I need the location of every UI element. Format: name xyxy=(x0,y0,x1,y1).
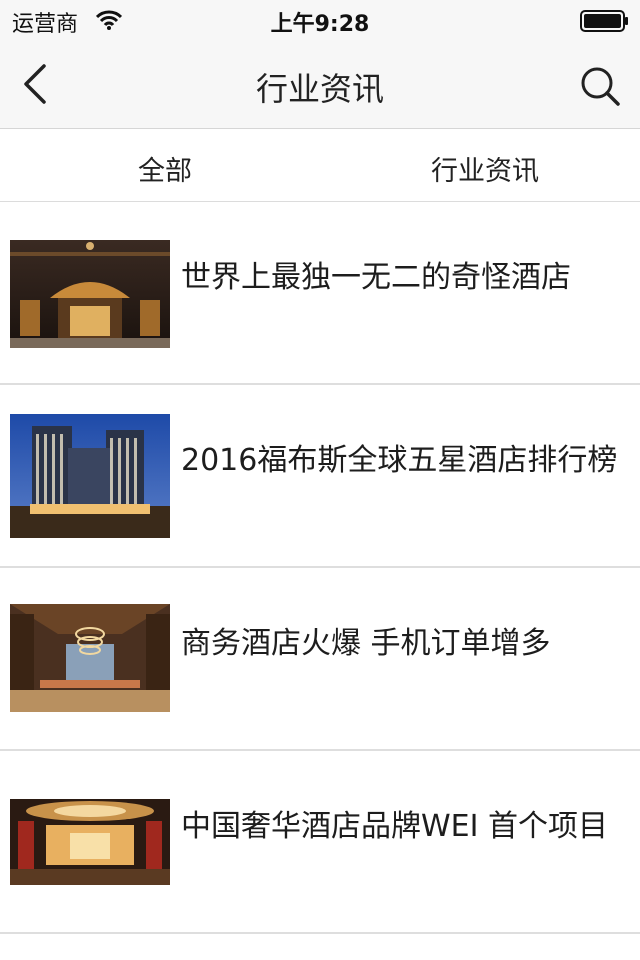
clock: 上午9:28 xyxy=(270,12,370,37)
article-thumbnail xyxy=(10,604,170,712)
article-title: 商务酒店火爆 手机订单增多 xyxy=(181,626,551,661)
article-thumbnail xyxy=(10,799,170,885)
article-title: 2016福布斯全球五星酒店排行榜 xyxy=(181,443,618,478)
list-item[interactable]: 商务酒店火爆 手机订单增多 xyxy=(0,568,640,751)
navigation-bar: 行业资讯 xyxy=(0,40,640,129)
article-thumbnail xyxy=(10,240,170,348)
tab-all[interactable]: 全部 xyxy=(138,149,192,188)
article-title: 世界上最独一无二的奇怪酒店 xyxy=(181,260,571,295)
search-icon xyxy=(581,67,620,106)
status-bar: 运营商 上午9:28 xyxy=(0,0,640,40)
list-item[interactable]: 2016福布斯全球五星酒店排行榜 xyxy=(0,385,640,568)
article-list: 世界上最独一无二的奇怪酒店 2016福布斯全球五星酒店排行榜 商务酒店火爆 手机… xyxy=(0,202,640,934)
tab-industry-news[interactable]: 行业资讯 xyxy=(431,149,539,188)
page-title: 行业资讯 xyxy=(255,70,384,108)
article-thumbnail xyxy=(10,414,170,538)
article-title: 中国奢华酒店品牌WEI 首个项目 xyxy=(181,809,609,844)
category-tabs: 全部 行业资讯 xyxy=(0,129,640,202)
search-button[interactable] xyxy=(578,64,622,108)
battery-icon xyxy=(580,10,630,36)
list-item[interactable]: 中国奢华酒店品牌WEI 首个项目 xyxy=(0,751,640,934)
list-item[interactable]: 世界上最独一无二的奇怪酒店 xyxy=(0,202,640,385)
